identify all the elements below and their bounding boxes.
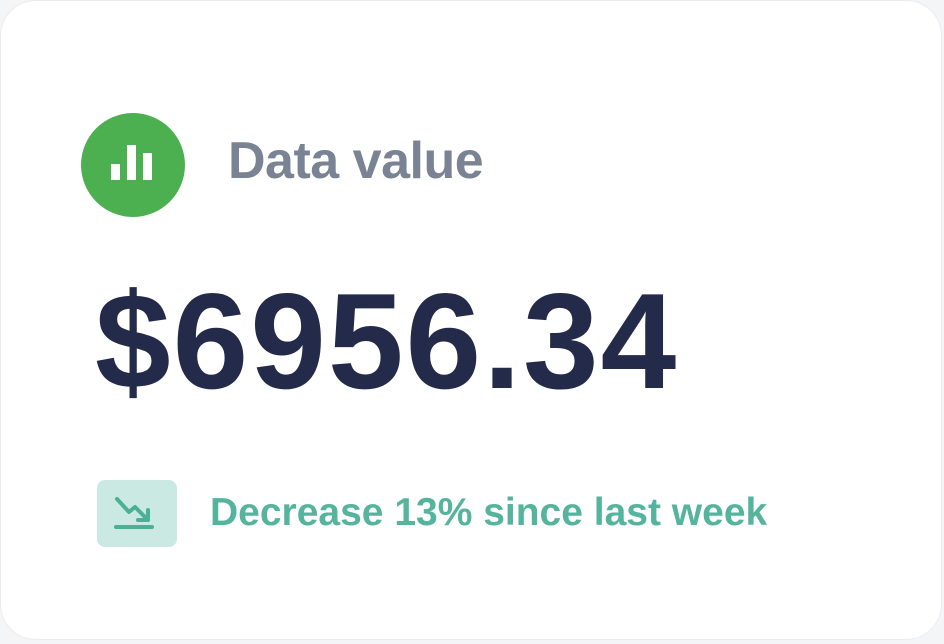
trend-down-icon [114, 497, 154, 529]
data-value: $6956.34 [95, 265, 679, 417]
data-value-card: Data value $6956.34 Decrease 13% since l… [0, 0, 942, 640]
bar-chart-icon [81, 113, 185, 217]
card-title: Data value [228, 132, 484, 190]
trend-text: Decrease 13% since last week [210, 491, 768, 534]
trend-badge [97, 480, 177, 547]
